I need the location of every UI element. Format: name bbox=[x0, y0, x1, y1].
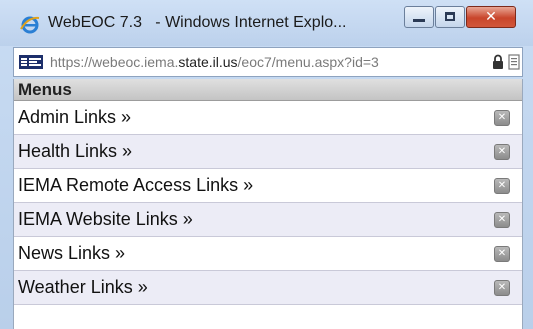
address-bar[interactable]: https://webeoc.iema.state.il.us/eoc7/men… bbox=[13, 47, 523, 77]
menu-item-iema-remote-access-links[interactable]: IEMA Remote Access Links » ✕ bbox=[14, 169, 522, 203]
url-suffix: /eoc7/menu.aspx?id=3 bbox=[237, 54, 379, 70]
menu-item-news-links[interactable]: News Links » ✕ bbox=[14, 237, 522, 271]
page-content: Menus Admin Links » ✕ Health Links » ✕ I… bbox=[13, 79, 523, 329]
menu-item-iema-website-links[interactable]: IEMA Website Links » ✕ bbox=[14, 203, 522, 237]
menu-item-label[interactable]: Weather Links » bbox=[18, 277, 148, 298]
menu-item-admin-links[interactable]: Admin Links » ✕ bbox=[14, 101, 522, 135]
menu-item-label[interactable]: Admin Links » bbox=[18, 107, 131, 128]
minimize-icon bbox=[413, 19, 425, 22]
title-bar[interactable]: WebEOC 7.3 - Windows Internet Explo... ✕ bbox=[0, 0, 533, 46]
url-prefix: https://webeoc.iema. bbox=[50, 54, 179, 70]
page-icon[interactable] bbox=[508, 54, 520, 70]
maximize-icon bbox=[445, 12, 455, 21]
internet-explorer-icon bbox=[20, 16, 40, 34]
remove-icon[interactable]: ✕ bbox=[494, 178, 510, 194]
menu-item-label[interactable]: IEMA Remote Access Links » bbox=[18, 175, 253, 196]
site-icon bbox=[19, 55, 43, 69]
menu-item-weather-links[interactable]: Weather Links » ✕ bbox=[14, 271, 522, 305]
remove-icon[interactable]: ✕ bbox=[494, 212, 510, 228]
url-text[interactable]: https://webeoc.iema.state.il.us/eoc7/men… bbox=[50, 54, 379, 70]
close-icon: ✕ bbox=[485, 9, 497, 25]
menu-item-health-links[interactable]: Health Links » ✕ bbox=[14, 135, 522, 169]
menu-item-label[interactable]: IEMA Website Links » bbox=[18, 209, 193, 230]
remove-icon[interactable]: ✕ bbox=[494, 144, 510, 160]
remove-icon[interactable]: ✕ bbox=[494, 110, 510, 126]
lock-icon[interactable] bbox=[492, 54, 504, 70]
menu-list: Admin Links » ✕ Health Links » ✕ IEMA Re… bbox=[14, 101, 522, 305]
menus-header: Menus bbox=[14, 79, 522, 101]
maximize-button[interactable] bbox=[435, 6, 465, 28]
menu-item-label[interactable]: News Links » bbox=[18, 243, 125, 264]
remove-icon[interactable]: ✕ bbox=[494, 246, 510, 262]
window-title: WebEOC 7.3 - Windows Internet Explo... bbox=[48, 14, 347, 31]
browser-window: WebEOC 7.3 - Windows Internet Explo... ✕… bbox=[0, 0, 533, 329]
minimize-button[interactable] bbox=[404, 6, 434, 28]
remove-icon[interactable]: ✕ bbox=[494, 280, 510, 296]
menu-item-label[interactable]: Health Links » bbox=[18, 141, 132, 162]
url-host: state.il.us bbox=[178, 54, 238, 70]
close-button[interactable]: ✕ bbox=[466, 6, 516, 28]
